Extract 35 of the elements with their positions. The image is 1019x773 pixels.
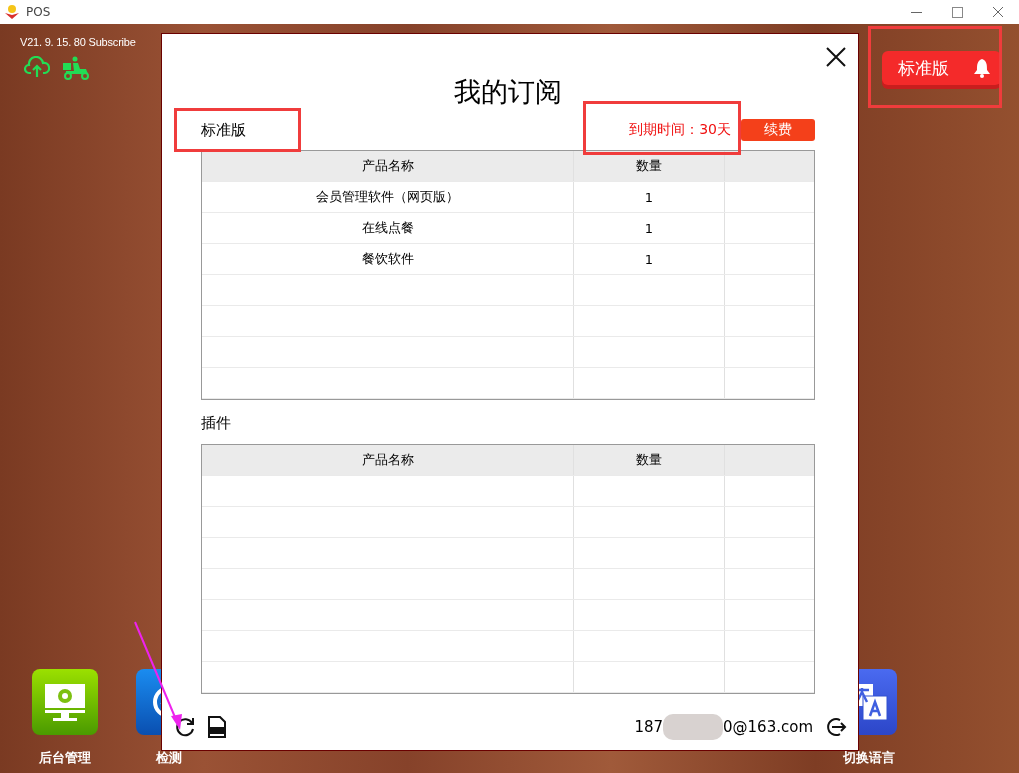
bell-icon: [973, 58, 991, 78]
blurred-patch: [663, 714, 723, 740]
refresh-icon[interactable]: [174, 716, 196, 738]
table-cell: 1: [574, 244, 725, 274]
table-cell: 1: [574, 182, 725, 212]
app-label: 检测: [156, 749, 182, 767]
logout-icon[interactable]: [825, 716, 847, 738]
dialog-title: 我的订阅: [453, 75, 563, 109]
table-cell: 会员管理软件（网页版）: [202, 182, 574, 212]
table-cell: 在线点餐: [202, 213, 574, 243]
account-email-end: 0@163.com: [723, 718, 813, 736]
monitor-gear-icon: [43, 682, 87, 722]
minimize-icon[interactable]: [911, 11, 922, 13]
renew-button[interactable]: 续费: [741, 119, 815, 141]
plugins-heading: 插件: [201, 414, 232, 434]
plan-name: 标准版: [201, 120, 246, 140]
maximize-icon[interactable]: [952, 6, 963, 18]
column-header: 数量: [574, 445, 725, 475]
delivery-scooter-icon[interactable]: [62, 56, 90, 80]
table-cell: 餐饮软件: [202, 244, 574, 274]
table-cell: 1: [574, 213, 725, 243]
column-header: 数量: [574, 151, 725, 181]
log-file-icon[interactable]: [208, 716, 226, 738]
app-tile[interactable]: [32, 669, 98, 735]
close-icon[interactable]: [826, 47, 846, 67]
cloud-upload-icon[interactable]: [24, 56, 50, 78]
version-text: V21. 9. 15. 80 Subscribe: [20, 36, 136, 48]
column-header: 产品名称: [202, 151, 574, 181]
account-email-start: 187: [634, 718, 663, 736]
app-label: 切换语言: [843, 749, 895, 767]
column-header: 产品名称: [202, 445, 574, 475]
window-title: POS: [26, 5, 51, 19]
app-logo-icon: [4, 4, 20, 20]
app-label: 后台管理: [39, 749, 91, 767]
expiry-text: 到期时间：30天: [629, 121, 731, 139]
